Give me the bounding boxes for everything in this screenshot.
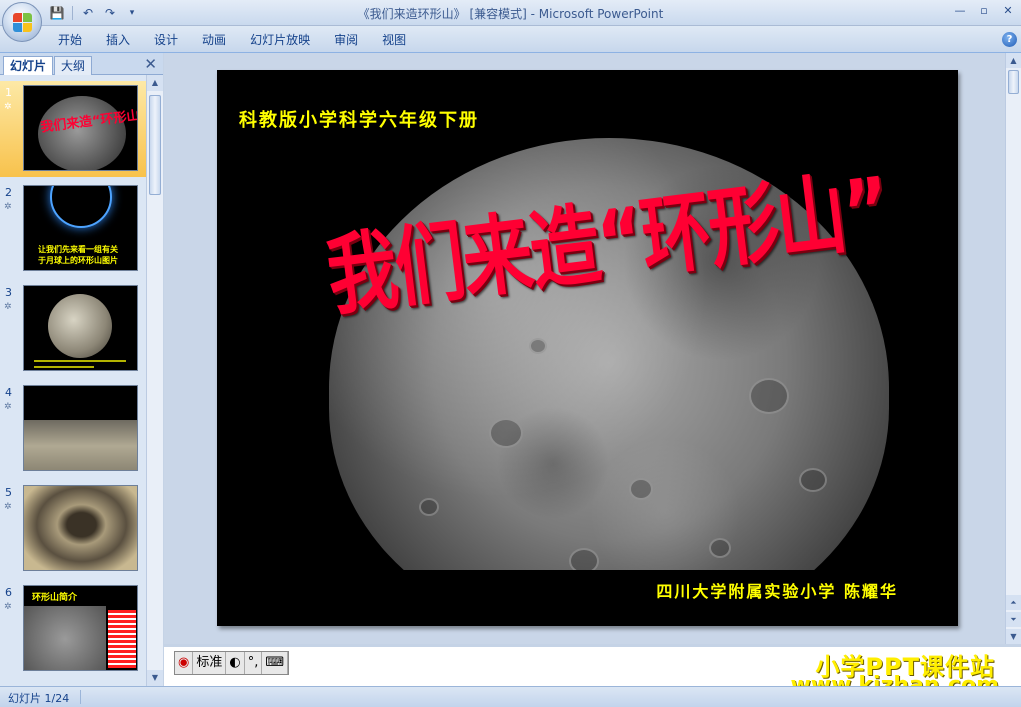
- keyboard-icon[interactable]: ⌨: [262, 652, 289, 674]
- slide-preview: 环形山简介: [23, 585, 138, 671]
- animation-star-icon: ✲: [4, 502, 12, 512]
- slides-panel: 幻灯片 大纲 ✕ 1 ✲ 我们来造“环形山” 2 ✲ 让我们先来看一组有关 于月…: [0, 53, 163, 686]
- scroll-down-icon[interactable]: ▼: [1006, 629, 1021, 644]
- slide-thumbnail-6[interactable]: 6 ✲ 环形山简介: [0, 581, 146, 677]
- crater-image: [24, 486, 137, 570]
- slide-thumbnail-2[interactable]: 2 ✲ 让我们先来看一组有关 于月球上的环形山图片: [0, 181, 146, 277]
- scroll-thumb[interactable]: [149, 95, 161, 195]
- slide-number: 5: [5, 486, 12, 499]
- slide-author-text[interactable]: 四川大学附属实验小学 陈耀华: [656, 578, 898, 602]
- slide-preview: [23, 485, 138, 571]
- animation-star-icon: ✲: [4, 202, 12, 212]
- slide-thumbnail-3[interactable]: 3 ✲: [0, 281, 146, 377]
- thumb-text-line: [34, 366, 94, 368]
- ribbon: 开始 插入 设计 动画 幻灯片放映 审阅 视图 ?: [0, 26, 1021, 53]
- tab-view[interactable]: 视图: [370, 31, 418, 49]
- crater-mark: [419, 498, 439, 516]
- crater-mark: [629, 478, 653, 500]
- ime-toolbar: ◉ 标准 ◐ °, ⌨: [174, 651, 290, 675]
- restore-button[interactable]: ▫: [975, 3, 993, 19]
- crater-mark: [489, 418, 523, 448]
- slide-thumbnail-1[interactable]: 1 ✲ 我们来造“环形山”: [0, 81, 146, 177]
- window-controls: — ▫ ✕: [951, 3, 1017, 19]
- office-button[interactable]: [2, 2, 42, 42]
- close-button[interactable]: ✕: [999, 3, 1017, 19]
- help-icon[interactable]: ?: [1002, 32, 1017, 47]
- thumb-text-line: [34, 360, 126, 362]
- half-width-icon[interactable]: ◐: [226, 652, 245, 674]
- scroll-up-icon[interactable]: ▲: [147, 75, 163, 91]
- close-icon[interactable]: ✕: [144, 55, 157, 73]
- tab-insert[interactable]: 插入: [94, 31, 142, 49]
- slide-preview: 我们来造“环形山”: [23, 85, 138, 171]
- tab-animations[interactable]: 动画: [190, 31, 238, 49]
- slide-thumbnails: 1 ✲ 我们来造“环形山” 2 ✲ 让我们先来看一组有关 于月球上的环形山图片 …: [0, 75, 146, 686]
- window-title: 《我们来造环形山》 [兼容模式] - Microsoft PowerPoint: [357, 7, 664, 21]
- slide-thumbnail-4[interactable]: 4 ✲: [0, 381, 146, 477]
- status-separator: [80, 690, 81, 704]
- previous-slide-icon[interactable]: ⏶: [1006, 595, 1021, 610]
- slide-counter: 幻灯片 1/24: [8, 692, 70, 705]
- current-slide[interactable]: 科教版小学科学六年级下册 我们来造“环形山” 四川大学附属实验小学 陈耀华: [217, 70, 958, 626]
- thumb-caption-line2: 于月球上的环形山图片: [38, 256, 118, 265]
- earth-glow-image: [50, 186, 112, 228]
- ribbon-tabs: 开始 插入 设计 动画 幻灯片放映 审阅 视图: [46, 31, 418, 49]
- crater-mark: [749, 378, 789, 414]
- ime-mode[interactable]: 标准: [193, 652, 227, 674]
- crater-mark: [709, 538, 731, 558]
- ime-logo-icon[interactable]: ◉: [175, 652, 194, 674]
- tab-design[interactable]: 设计: [142, 31, 190, 49]
- tab-slides[interactable]: 幻灯片: [3, 56, 54, 75]
- slide-number: 4: [5, 386, 12, 399]
- minimize-button[interactable]: —: [951, 3, 969, 19]
- slide-subject-text[interactable]: 科教版小学科学六年级下册: [239, 106, 479, 132]
- scroll-thumb[interactable]: [1008, 70, 1019, 94]
- slide-preview: 让我们先来看一组有关 于月球上的环形山图片: [23, 185, 138, 271]
- scroll-up-icon[interactable]: ▲: [1006, 53, 1021, 68]
- slide-preview: [23, 385, 138, 471]
- tab-outline[interactable]: 大纲: [54, 56, 93, 75]
- thumbnails-scrollbar[interactable]: ▲ ▼: [146, 75, 163, 686]
- punctuation-icon[interactable]: °,: [245, 652, 263, 674]
- thumb-text-block: [108, 610, 136, 668]
- office-logo-icon: [13, 13, 33, 33]
- animation-star-icon: ✲: [4, 602, 12, 612]
- thumb-title: 环形山简介: [32, 593, 78, 603]
- animation-star-icon: ✲: [4, 102, 12, 112]
- crater-mark: [799, 468, 827, 492]
- status-bar: 幻灯片 1/24: [0, 686, 1021, 707]
- tab-slideshow[interactable]: 幻灯片放映: [238, 31, 322, 49]
- slide-number: 2: [5, 186, 12, 199]
- editor-scrollbar[interactable]: ▲ ⏶ ⏷ ▼: [1005, 53, 1021, 644]
- full-moon-image: [48, 294, 112, 358]
- animation-star-icon: ✲: [4, 302, 12, 312]
- scroll-down-icon[interactable]: ▼: [147, 670, 163, 686]
- next-slide-icon[interactable]: ⏷: [1006, 612, 1021, 627]
- lunar-surface-image: [24, 420, 137, 470]
- thumb-caption-line1: 让我们先来看一组有关: [38, 245, 118, 254]
- slide-number: 6: [5, 586, 12, 599]
- slide-number: 3: [5, 286, 12, 299]
- animation-star-icon: ✲: [4, 402, 12, 412]
- crater-mark: [529, 338, 547, 354]
- tab-review[interactable]: 审阅: [322, 31, 370, 49]
- title-bar: 💾 ↶ ↷ ▾ 《我们来造环形山》 [兼容模式] - Microsoft Pow…: [0, 0, 1021, 26]
- tab-home[interactable]: 开始: [46, 31, 94, 49]
- slide-preview: [23, 285, 138, 371]
- slide-number: 1: [5, 86, 12, 99]
- moon-surface-image: [24, 606, 106, 670]
- notes-pane[interactable]: ◉ 标准 ◐ °, ⌨ 小学PPT课件站 www.kjzhan.com: [164, 644, 1021, 698]
- panel-tabs: 幻灯片 大纲 ✕: [0, 53, 163, 75]
- slide-thumbnail-5[interactable]: 5 ✲: [0, 481, 146, 577]
- slide-editor: 科教版小学科学六年级下册 我们来造“环形山” 四川大学附属实验小学 陈耀华: [164, 53, 1005, 644]
